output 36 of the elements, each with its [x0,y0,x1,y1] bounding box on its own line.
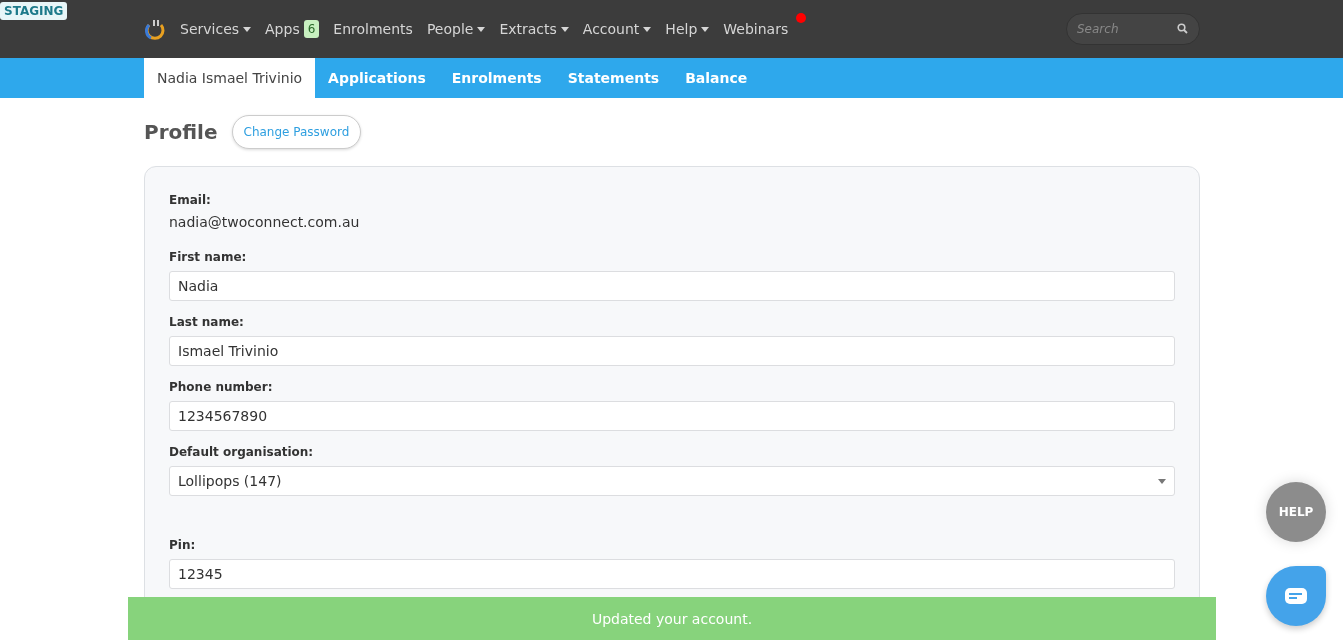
staging-badge: STAGING [0,2,68,20]
nav-link[interactable]: Enrolments [333,21,413,37]
nav-link[interactable]: Apps 6 [265,20,320,38]
field-label: Pin: [169,538,197,552]
tab[interactable]: Nadia Ismael Trivinio [144,58,316,98]
chat-button[interactable] [1266,566,1326,626]
search-icon[interactable] [1177,23,1188,34]
toast-message: Updated your account. [128,597,1216,640]
nav-link[interactable]: Help [665,21,710,37]
count-badge: 6 [303,20,320,38]
field-label: Default organisation: [169,445,315,459]
input-field[interactable]: Nadia [169,271,1175,301]
nav-link[interactable]: Extracts [499,21,569,37]
nav-link[interactable]: Services [180,21,252,37]
caret-icon [243,26,252,32]
input-field[interactable]: 12345 [169,559,1175,589]
nav-link[interactable]: Account [582,21,652,37]
input-field[interactable]: 1234567890 [169,401,1175,431]
search-field[interactable]: Search [1066,13,1200,45]
field-label: Email: [169,193,212,207]
caret-icon [1158,478,1166,484]
caret-icon [701,26,710,32]
field-label: Phone number: [169,380,274,394]
chat-icon [1285,588,1307,604]
page-title: Profile [144,120,218,144]
caret-icon [643,26,652,32]
input-field[interactable]: Ismael Trivinio [169,336,1175,366]
field-label: First name: [169,250,248,264]
field-label: Last name: [169,315,245,329]
caret-icon [477,26,486,32]
select-field[interactable]: Lollipops (147) [169,466,1175,496]
logo-icon[interactable] [144,17,166,41]
nav-link[interactable]: People [426,21,486,37]
email-value: nadia@twoconnect.com.au [169,214,361,230]
caret-icon [560,26,569,32]
nav-link[interactable]: Webinars [723,21,789,37]
